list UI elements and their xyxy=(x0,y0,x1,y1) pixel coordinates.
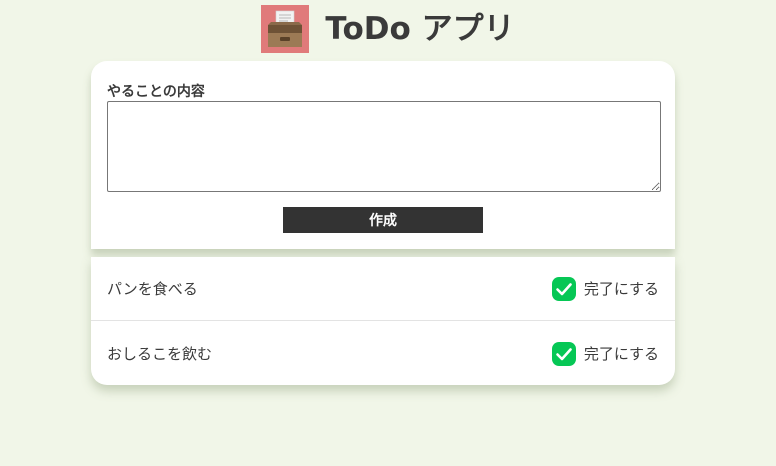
app-header: ToDo アプリ xyxy=(0,5,776,53)
todo-list: パンを食べる 完了にする おしるこを飲む 完了にする xyxy=(91,257,675,385)
complete-button[interactable]: 完了にする xyxy=(551,341,659,366)
check-circle-icon[interactable] xyxy=(551,341,576,366)
create-button[interactable]: 作成 xyxy=(283,207,483,233)
check-circle-icon[interactable] xyxy=(551,276,576,301)
todo-item-text: おしるこを飲む xyxy=(107,345,213,363)
todo-item: パンを食べる 完了にする xyxy=(91,257,675,321)
todo-item: おしるこを飲む 完了にする xyxy=(91,322,675,385)
todo-item-text: パンを食べる xyxy=(107,280,198,298)
complete-button[interactable]: 完了にする xyxy=(551,276,659,301)
complete-button-label[interactable]: 完了にする xyxy=(584,343,659,364)
complete-button-label[interactable]: 完了にする xyxy=(584,278,659,299)
todo-content-input[interactable] xyxy=(107,101,661,192)
cabinet-drawer-icon xyxy=(261,5,310,53)
app-title: ToDo アプリ xyxy=(325,11,515,47)
todo-content-label: やることの内容 xyxy=(107,84,205,100)
todo-form-card: やることの内容 作成 xyxy=(91,61,675,249)
